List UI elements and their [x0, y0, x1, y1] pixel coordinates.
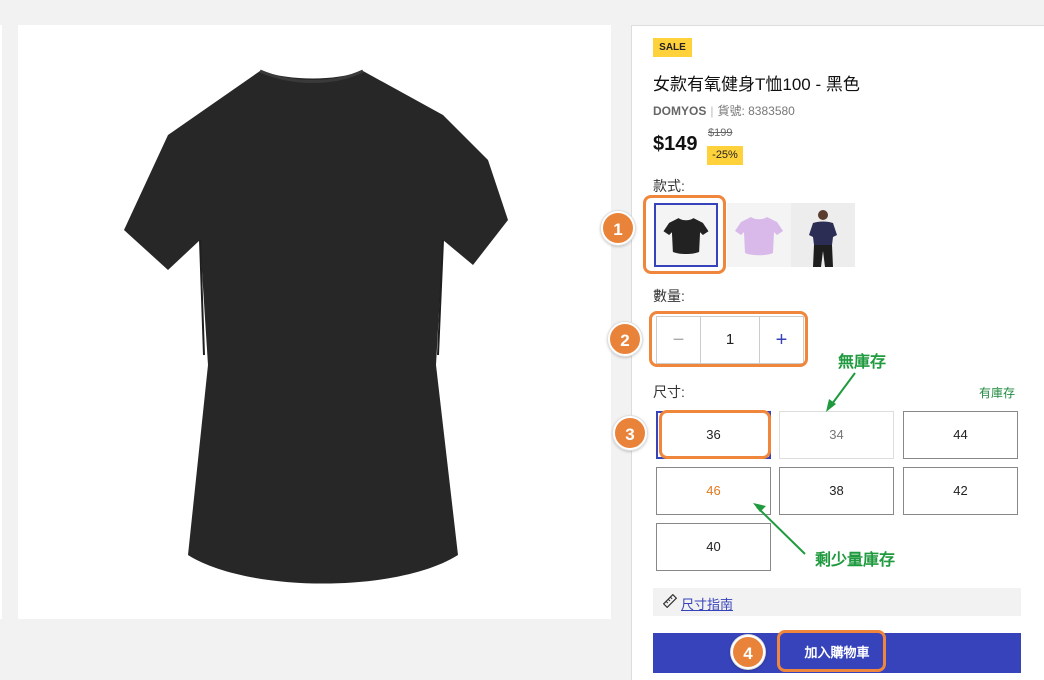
product-title: 女款有氧健身T恤100 - 黑色	[653, 75, 860, 94]
size-option-46[interactable]: 46	[656, 467, 771, 515]
style-option-navy-model[interactable]	[791, 203, 855, 267]
size-label: 尺寸:	[653, 384, 685, 400]
out-of-stock-annotation: 無庫存	[838, 354, 887, 371]
quantity-decrease-button[interactable]: −	[657, 317, 701, 363]
ruler-icon	[663, 594, 677, 608]
current-price: $149	[653, 133, 698, 155]
lilac-tshirt-thumbnail	[735, 217, 783, 256]
style-label: 款式:	[653, 178, 685, 194]
quantity-stepper: − 1 +	[656, 316, 804, 364]
size-option-36[interactable]: 36	[656, 411, 771, 459]
discount-badge: -25%	[707, 146, 743, 165]
quantity-value[interactable]: 1	[701, 317, 759, 363]
size-guide-link[interactable]: 尺寸指南	[681, 594, 733, 613]
size-option-38[interactable]: 38	[779, 467, 894, 515]
step-3-marker: 3	[613, 416, 647, 450]
size-option-42[interactable]: 42	[903, 467, 1018, 515]
size-guide-bar: 尺寸指南	[653, 588, 1021, 616]
quantity-label: 數量:	[653, 288, 685, 304]
style-option-lilac[interactable]	[727, 203, 791, 267]
navy-model-thumbnail	[791, 203, 855, 267]
size-option-34[interactable]: 34	[779, 411, 894, 459]
original-price: $199	[708, 127, 733, 139]
step-2-marker: 2	[608, 322, 642, 356]
size-option-40[interactable]: 40	[656, 523, 771, 571]
previous-image-edge	[0, 25, 2, 619]
step-4-marker: 4	[731, 635, 765, 669]
style-option-black[interactable]	[654, 203, 718, 267]
size-option-44[interactable]: 44	[903, 411, 1018, 459]
in-stock-note: 有庫存	[979, 386, 1016, 400]
add-to-cart-button[interactable]: 加入購物車	[653, 633, 1021, 673]
black-tshirt-thumbnail	[663, 218, 709, 254]
brand-name: DOMYOS	[653, 104, 707, 118]
step-1-marker: 1	[601, 211, 635, 245]
brand-separator: |	[710, 104, 714, 118]
tshirt-back-image	[124, 69, 508, 584]
brand-row: DOMYOS | 貨號: 8383580	[653, 102, 795, 119]
low-stock-annotation: 剩少量庫存	[815, 552, 896, 569]
product-photo	[18, 25, 611, 619]
quantity-increase-button[interactable]: +	[759, 317, 803, 363]
sku-number: 貨號: 8383580	[717, 104, 795, 118]
sale-badge: SALE	[653, 38, 692, 57]
